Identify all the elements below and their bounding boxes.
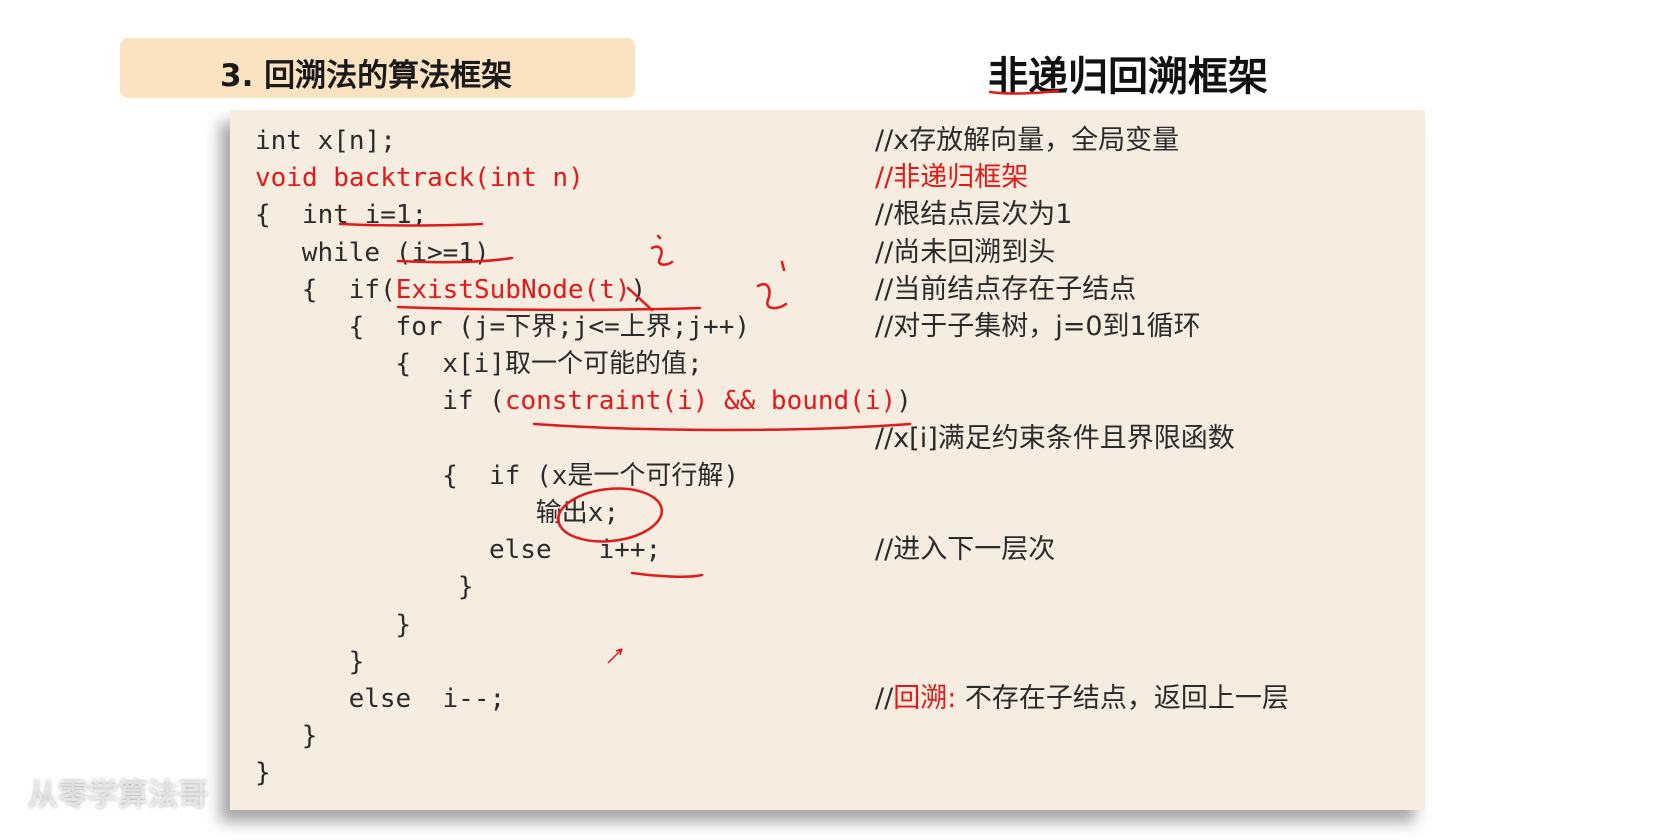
code-comment: //尚未回溯到头	[875, 236, 1056, 268]
code-line: { int i=1;	[255, 200, 428, 231]
code-line: if (constraint(i) && bound(i))	[442, 383, 912, 419]
code-line: { for (j=下界;j<=上界;j++)	[348, 312, 751, 342]
code-comment: //对于子集树，j=0到1循环	[875, 311, 1201, 342]
code-line: else i--;	[348, 684, 506, 714]
code-line: { x[i]取一个可能的值;	[395, 349, 703, 380]
code-text: )	[630, 274, 647, 305]
code-highlight: constraint(i) && bound(i)	[504, 386, 897, 417]
code-comment: //x[i]满足约束条件且界限函数	[875, 422, 1235, 454]
code-line: { if(ExistSubNode(t))	[302, 272, 646, 308]
code-line: void backtrack(int n)	[255, 163, 584, 194]
code-line: int x[n];	[255, 126, 396, 156]
code-comment: //x存放解向量，全局变量	[875, 125, 1180, 156]
code-line: }	[442, 572, 474, 603]
code-line: else i++;	[489, 535, 662, 566]
code-line: while (i>=1)	[301, 237, 490, 268]
code-text: { if(	[301, 274, 396, 305]
comment-part: 不存在子结点，返回上一层	[956, 683, 1289, 714]
code-highlight: ExistSubNode(t)	[395, 274, 631, 305]
code-comment: //回溯: 不存在子结点，返回上一层	[875, 681, 1289, 717]
comment-part: //	[875, 683, 894, 714]
section-tab: 3. 回溯法的算法框架	[120, 38, 635, 98]
code-comment: //进入下一层次	[875, 534, 1056, 566]
code-panel: int x[n]; //x存放解向量，全局变量 void backtrack(int…	[230, 110, 1425, 810]
slide-heading: 非递归回溯框架	[988, 54, 1268, 100]
watermark: 从零学算法哥	[28, 778, 208, 813]
code-line: }	[301, 721, 318, 752]
code-line: { if (x是一个可行解)	[442, 460, 740, 491]
code-line: 输出x;	[535, 498, 620, 528]
code-line: }	[348, 646, 365, 677]
mouse-cursor-icon	[607, 648, 623, 664]
code-comment: //根结点层次为1	[875, 199, 1073, 231]
code-text: if (	[442, 386, 505, 417]
code-text: )	[896, 386, 912, 417]
comment-part: 回溯:	[893, 683, 957, 714]
section-title: 3. 回溯法的算法框架	[220, 58, 513, 94]
code-line: }	[395, 609, 412, 640]
code-comment: //当前结点存在子结点	[875, 273, 1137, 305]
code-line: }	[255, 758, 271, 789]
code-comment: //非递归框架	[875, 162, 1029, 194]
